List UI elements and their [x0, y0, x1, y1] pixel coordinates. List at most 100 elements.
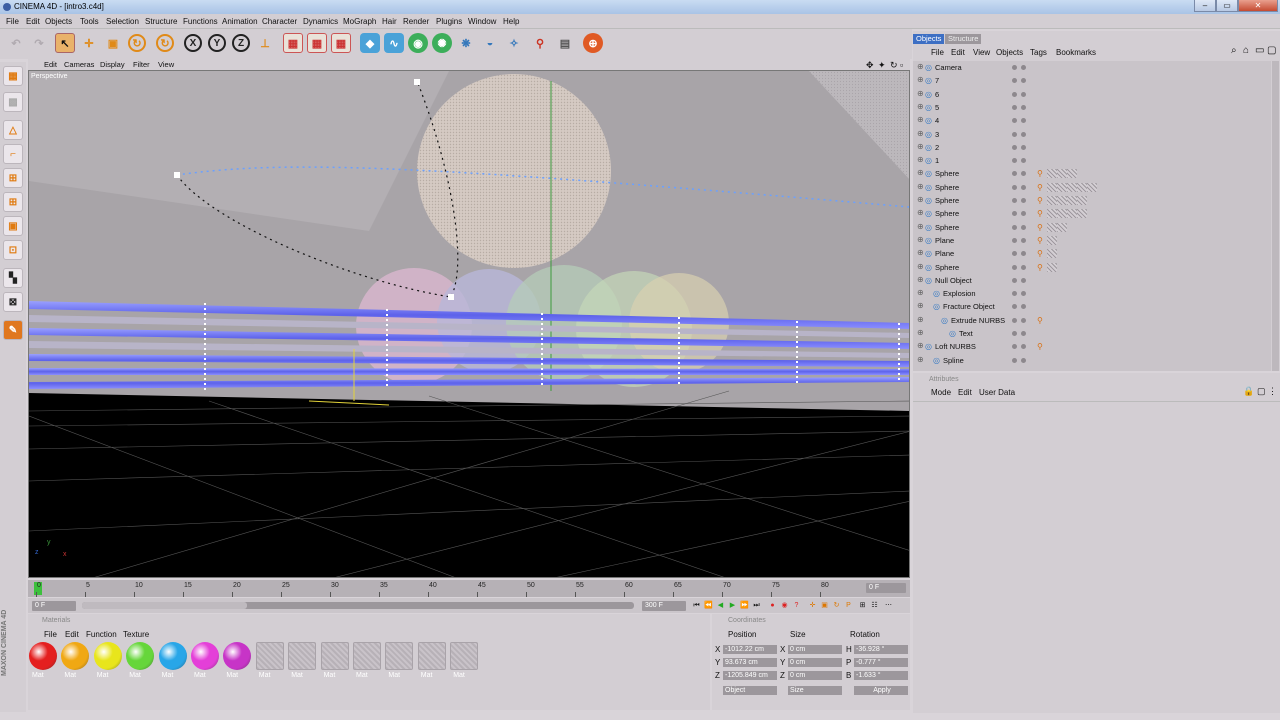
material-swatch[interactable]: Mat	[384, 642, 414, 682]
keyframe-selection-icon[interactable]: ?	[792, 601, 801, 610]
material-swatch[interactable]: Mat	[417, 642, 447, 682]
cube-icon[interactable]: ◆	[360, 33, 380, 53]
live-selection-icon[interactable]: ↖	[55, 33, 75, 53]
menu-plugins[interactable]: Plugins	[436, 17, 462, 26]
object-row[interactable]: ⊕ ◎ Sphere ⚲	[913, 167, 1271, 180]
editor-visibility-dot[interactable]	[1012, 104, 1017, 110]
render-visibility-dot[interactable]	[1021, 277, 1026, 283]
attr-menu-edit[interactable]: Edit	[958, 388, 972, 397]
object-row[interactable]: ⊕ ◎ Plane ⚲	[913, 247, 1271, 260]
material-swatch[interactable]: Mat	[287, 642, 317, 682]
vp-menu-filter[interactable]: Filter	[133, 60, 150, 69]
material-swatch[interactable]: Mat	[190, 642, 220, 682]
vp-menu-view[interactable]: View	[158, 60, 174, 69]
expand-icon[interactable]: ⊕	[917, 248, 924, 257]
expand-icon[interactable]: ⊕	[917, 341, 924, 350]
editor-visibility-dot[interactable]	[1012, 264, 1017, 270]
texture-tag-icon[interactable]	[1047, 262, 1057, 272]
material-swatch[interactable]: Mat	[320, 642, 350, 682]
prev-key-icon[interactable]: ⏪	[704, 601, 713, 610]
menu-edit[interactable]: Edit	[26, 17, 40, 26]
apply-button[interactable]: Apply	[854, 686, 908, 695]
scene-icon[interactable]: ◒	[480, 33, 500, 53]
vp-menu-cameras[interactable]: Cameras	[64, 60, 94, 69]
menu-render[interactable]: Render	[403, 17, 429, 26]
checker-icon[interactable]: ▚	[3, 268, 23, 288]
timeline-ruler[interactable]: 0 5 10 15 20 25 30 35 40 45 50 55 60 65 70 75 80	[28, 580, 910, 597]
frame-range-handle[interactable]	[82, 602, 247, 609]
object-name[interactable]: Sphere	[935, 183, 959, 192]
menu-dynamics[interactable]: Dynamics	[303, 17, 338, 26]
object-name[interactable]: Explosion	[943, 289, 976, 298]
editor-visibility-dot[interactable]	[1012, 78, 1017, 84]
object-name[interactable]: Sphere	[935, 169, 959, 178]
3d-viewport[interactable]: Perspective y x z	[28, 70, 910, 578]
editor-visibility-dot[interactable]	[1012, 277, 1017, 283]
collapse-icon[interactable]: ▭	[1255, 45, 1264, 56]
editor-visibility-dot[interactable]	[1012, 251, 1017, 257]
texture-tag-icon[interactable]	[1057, 196, 1067, 205]
key-position-icon[interactable]: ✛	[808, 601, 817, 610]
editor-visibility-dot[interactable]	[1012, 291, 1017, 297]
layout-icon[interactable]: ▤	[555, 33, 575, 53]
expand-icon[interactable]: ⊕	[917, 195, 924, 204]
render-visibility-dot[interactable]	[1021, 357, 1026, 363]
material-tag-icon[interactable]: ⚲	[1037, 196, 1045, 205]
render-visibility-dot[interactable]	[1021, 331, 1026, 336]
texture-tag-icon[interactable]	[1067, 209, 1077, 219]
material-swatch[interactable]: Mat	[255, 642, 285, 682]
render-visibility-dot[interactable]	[1021, 211, 1026, 217]
obj-menu-view[interactable]: View	[973, 48, 990, 57]
render-visibility-dot[interactable]	[1021, 304, 1026, 310]
materials-menu-function[interactable]: Function	[86, 630, 117, 639]
object-row[interactable]: ⊕ ◎ Text	[913, 327, 1271, 340]
texture-tag-icon[interactable]	[1067, 196, 1077, 205]
light-icon[interactable]: ✧	[504, 33, 524, 53]
material-swatch[interactable]: Mat	[449, 642, 479, 682]
material-tag-icon[interactable]: ⚲	[1037, 249, 1045, 258]
recent-tool-icon[interactable]: ↻	[156, 34, 174, 52]
menu-hair[interactable]: Hair	[382, 17, 397, 26]
render-visibility-dot[interactable]	[1021, 264, 1026, 270]
texture-tag-icon[interactable]	[1047, 222, 1057, 232]
materials-menu-file[interactable]: File	[44, 630, 57, 639]
expand-icon[interactable]: ⊕	[917, 129, 924, 138]
play-forward-icon[interactable]: ▶	[728, 601, 737, 610]
object-row[interactable]: ⊕ ◎ 5	[913, 101, 1271, 114]
coordinate-system-icon[interactable]: ⊥	[255, 33, 275, 53]
paint-icon[interactable]: ✎	[3, 320, 23, 340]
object-row[interactable]: ⊕ ◎ Sphere ⚲	[913, 207, 1271, 220]
expand-icon[interactable]: ⊕	[917, 288, 924, 297]
obj-menu-objects[interactable]: Objects	[996, 48, 1023, 57]
object-name[interactable]: Sphere	[935, 196, 959, 205]
object-row[interactable]: ⊕ ◎ Extrude NURBS ⚲	[913, 314, 1271, 327]
render-visibility-dot[interactable]	[1021, 171, 1026, 177]
texture-tag-icon[interactable]	[1047, 249, 1057, 259]
menu-window[interactable]: Window	[468, 17, 496, 26]
timeline-extra-icon[interactable]: ⋯	[884, 601, 893, 610]
expand-icon[interactable]: ⊕	[917, 62, 924, 71]
use-points-icon[interactable]: ⊞	[3, 168, 23, 188]
editor-visibility-dot[interactable]	[1012, 224, 1017, 230]
render-settings-icon[interactable]: ▦	[331, 33, 351, 53]
render-visibility-dot[interactable]	[1021, 144, 1026, 150]
obj-menu-file[interactable]: File	[931, 48, 944, 57]
z-axis-lock-icon[interactable]: Z	[232, 34, 250, 52]
editor-visibility-dot[interactable]	[1012, 118, 1017, 124]
size-z-field[interactable]: 0 cm	[788, 671, 842, 680]
object-row[interactable]: ⊕ ◎ 4	[913, 114, 1271, 127]
object-name[interactable]: Camera	[935, 63, 962, 72]
expand-icon[interactable]: ⊕	[917, 182, 924, 191]
render-picture-viewer-icon[interactable]: ▦	[307, 33, 327, 53]
current-frame-field[interactable]: 0 F	[866, 583, 906, 593]
texture-tag-icon[interactable]	[1057, 182, 1067, 192]
material-tag-icon[interactable]: ⚲	[1037, 223, 1045, 232]
expand-icon[interactable]: ⊕	[917, 222, 924, 231]
editor-visibility-dot[interactable]	[1012, 65, 1017, 70]
texture-tag-icon[interactable]	[1077, 182, 1087, 192]
vp-menu-edit[interactable]: Edit	[44, 60, 57, 69]
object-row[interactable]: ⊕ ◎ Spline	[913, 354, 1271, 367]
lock-icon[interactable]: 🔒	[1243, 386, 1254, 397]
material-swatch[interactable]: Mat	[158, 642, 188, 682]
material-tag-icon[interactable]: ⚲	[1037, 183, 1045, 192]
